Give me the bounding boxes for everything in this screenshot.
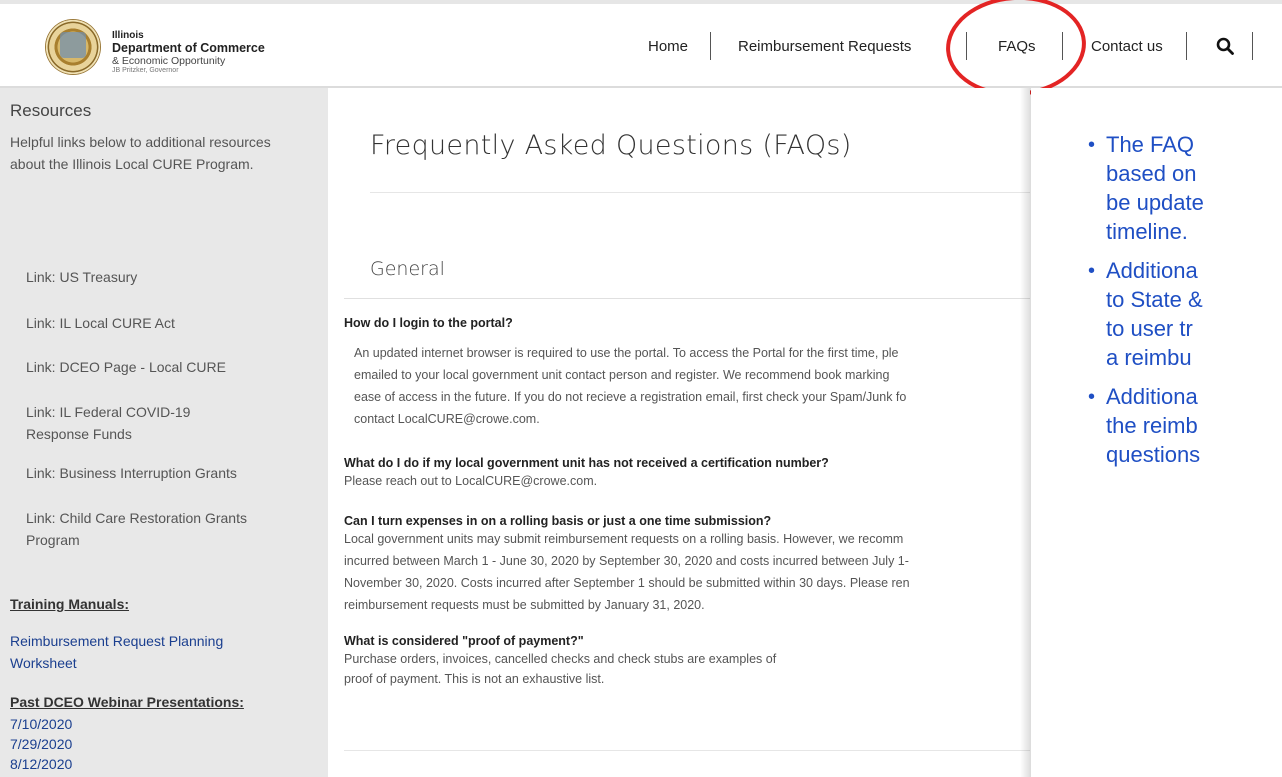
brand-line-4: JB Pritzker, Governor — [112, 67, 179, 74]
bullet-line: Additiona — [1106, 258, 1198, 283]
presentation-slide-overlay: • The FAQ based on be update timeline. •… — [1031, 88, 1282, 777]
faq-answer-line: proof of payment. This is not an exhaust… — [344, 672, 605, 686]
bullet-marker: • — [1088, 386, 1096, 408]
brand-line-3: & Economic Opportunity — [112, 55, 226, 67]
nav-home[interactable]: Home — [648, 38, 688, 55]
bullet-line: questions — [1106, 442, 1201, 467]
brand-line-1: Illinois — [112, 30, 144, 41]
faq-answer-line: emailed to your local government unit co… — [354, 368, 890, 382]
faq-content: Frequently Asked Questions (FAQs) Genera… — [328, 88, 1030, 777]
resources-sidebar: Resources Helpful links below to additio… — [0, 88, 328, 777]
faq-answer-line: November 30, 2020. Costs incurred after … — [344, 576, 910, 590]
nav-reimbursement-requests[interactable]: Reimbursement Requests — [738, 38, 911, 55]
nav-divider — [710, 32, 711, 60]
webinars-heading: Past DCEO Webinar Presentations: — [10, 694, 244, 710]
faq-question: Can I turn expenses in on a rolling basi… — [344, 514, 772, 528]
bullet-line: the reimb — [1106, 413, 1198, 438]
bullet-line: to user tr — [1106, 316, 1193, 341]
bullet-line: to State & — [1106, 287, 1203, 312]
bullet-line: timeline. — [1106, 219, 1188, 244]
agency-name[interactable]: Illinois Department of Commerce & Econom… — [112, 30, 265, 74]
nav-divider — [1252, 32, 1253, 60]
faq-answer-line: contact LocalCURE@crowe.com. — [354, 412, 540, 426]
illinois-seal-logo[interactable] — [46, 20, 100, 74]
title-divider — [370, 192, 1030, 193]
section-divider — [344, 298, 1030, 299]
faq-answer-line: Please reach out to LocalCURE@crowe.com. — [344, 474, 598, 488]
training-manuals-heading: Training Manuals: — [10, 596, 130, 612]
faq-answer-line: Local government units may submit reimbu… — [344, 532, 904, 546]
planning-worksheet-link[interactable]: Reimbursement Request Planning Worksheet — [10, 630, 260, 674]
sidebar-description: Helpful links below to additional resour… — [10, 134, 271, 172]
sidebar-link-business-interruption-grants[interactable]: Link: Business Interruption Grants — [26, 462, 266, 484]
faq-answer-line: incurred between March 1 - June 30, 2020… — [344, 554, 909, 568]
bullet-line: be update — [1106, 190, 1204, 215]
section-heading-general: General — [370, 258, 445, 280]
faq-answer-line: ease of access in the future. If you do … — [354, 390, 907, 404]
faq-answer-line: reimbursement requests must be submitted… — [344, 598, 705, 612]
page-title: Frequently Asked Questions (FAQs) — [370, 130, 852, 161]
sidebar-link-il-local-cure-act[interactable]: Link: IL Local CURE Act — [26, 312, 266, 334]
sidebar-title: Resources — [10, 101, 92, 120]
bullet-marker: • — [1088, 260, 1096, 282]
faqs-highlight-circle — [942, 0, 1090, 101]
webinar-link[interactable]: 8/12/2020 — [10, 753, 270, 775]
sidebar-link-dceo-page[interactable]: Link: DCEO Page - Local CURE — [26, 356, 266, 378]
nav-divider — [1186, 32, 1187, 60]
faq-answer-line: An updated internet browser is required … — [354, 346, 899, 360]
faq-question: How do I login to the portal? — [344, 316, 513, 330]
bullet-line: Additiona — [1106, 384, 1198, 409]
content-divider — [344, 750, 1030, 751]
bullet-marker: • — [1088, 134, 1096, 156]
bullet-line: based on — [1106, 161, 1197, 186]
bullet-line: a reimbu — [1106, 345, 1192, 370]
sidebar-link-child-care-restoration[interactable]: Link: Child Care Restoration Grants Prog… — [26, 507, 264, 551]
brand-line-2: Department of Commerce — [112, 41, 265, 55]
site-header: Illinois Department of Commerce & Econom… — [0, 0, 1282, 101]
bullet-line: The FAQ — [1106, 132, 1195, 157]
faq-question: What is considered "proof of payment?" — [344, 634, 584, 648]
sidebar-link-covid-response-funds[interactable]: Link: IL Federal COVID-19 Response Funds — [26, 401, 236, 445]
nav-contact-us[interactable]: Contact us — [1091, 38, 1163, 55]
search-icon[interactable] — [1216, 37, 1234, 55]
sidebar-link-us-treasury[interactable]: Link: US Treasury — [26, 266, 266, 288]
faq-answer-line: Purchase orders, invoices, cancelled che… — [344, 652, 777, 666]
faq-question: What do I do if my local government unit… — [344, 456, 829, 470]
webinar-link[interactable]: 7/29/2020 — [10, 733, 270, 755]
webinar-link[interactable]: 7/10/2020 — [10, 713, 270, 735]
